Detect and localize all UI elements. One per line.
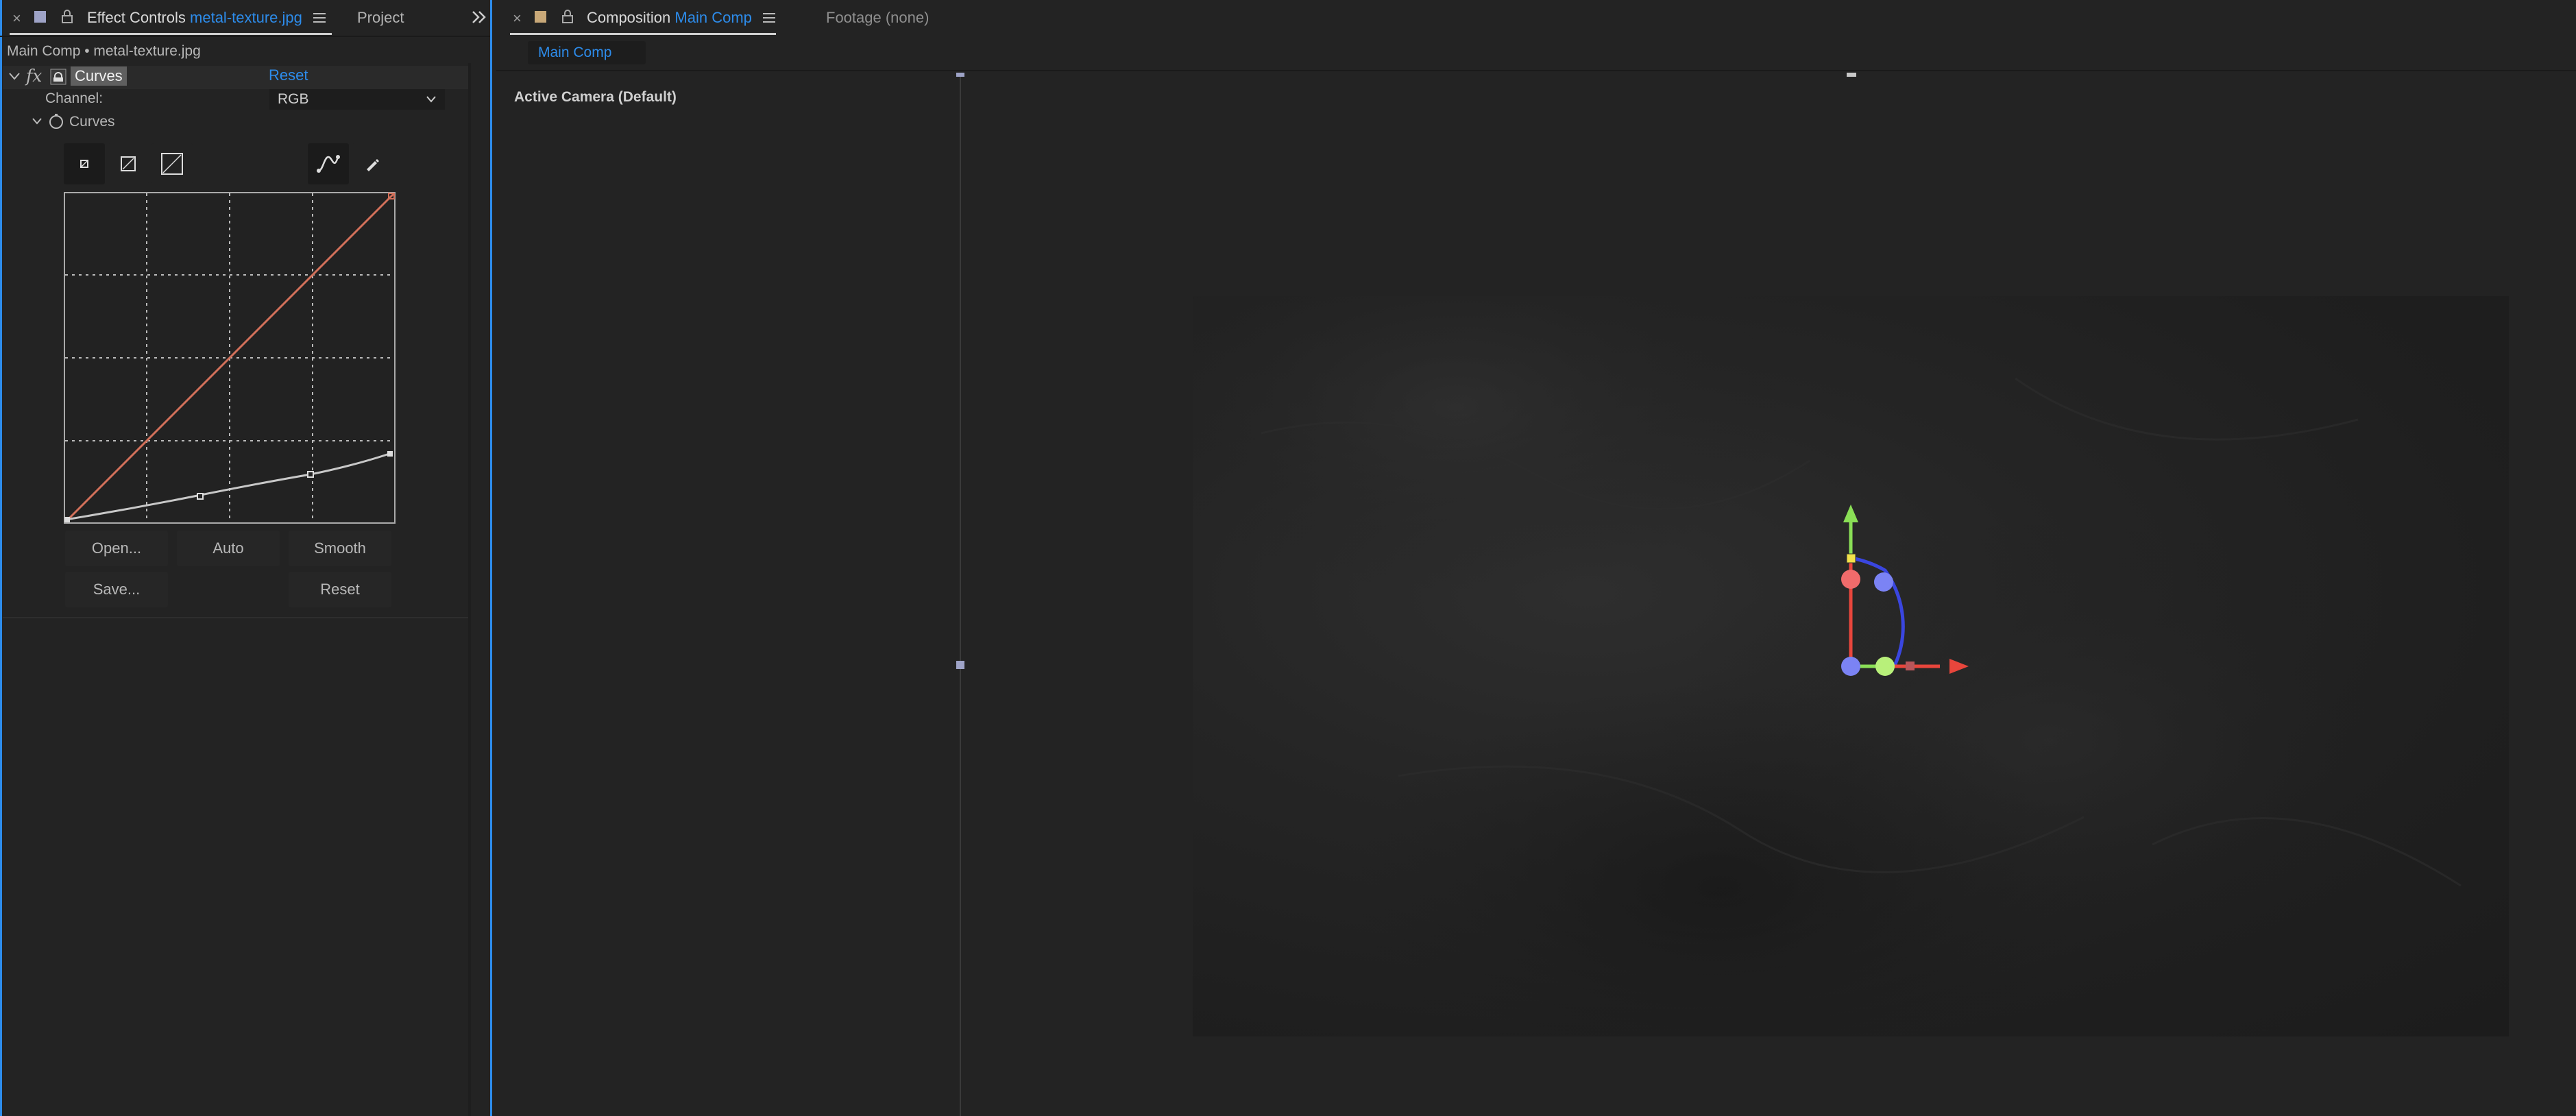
channel-value: RGB: [278, 91, 309, 107]
chevron-down-icon: [426, 96, 436, 103]
curves-graph[interactable]: [64, 192, 396, 524]
x-axis-arrow-icon[interactable]: [1949, 659, 1969, 674]
resize-small-icon: [80, 160, 88, 168]
effect-controls-panel: × Effect Controls metal-texture.jpg Proj…: [0, 0, 492, 1116]
curve-size-large-button[interactable]: [151, 143, 193, 184]
comp-navigator-chip[interactable]: Main Comp: [528, 41, 646, 64]
breadcrumb: Main Comp • metal-texture.jpg: [7, 43, 201, 59]
z-rotation-handle[interactable]: [1874, 572, 1893, 592]
save-button[interactable]: Save...: [65, 572, 168, 607]
y-axis-arrow-icon[interactable]: [1843, 505, 1858, 522]
tab-composition-name: Main Comp: [675, 9, 752, 26]
lock-icon[interactable]: [60, 9, 74, 24]
effect-reset-link[interactable]: Reset: [269, 66, 308, 84]
resize-medium-icon: [121, 156, 136, 171]
tab-composition-label: Composition: [587, 9, 671, 26]
curve-size-medium-button[interactable]: [108, 143, 149, 184]
curve-point[interactable]: [307, 471, 314, 478]
curve-point[interactable]: [197, 493, 204, 500]
panel-color-icon: [34, 11, 46, 23]
panel-menu-icon[interactable]: [763, 12, 775, 23]
y-scale-handle[interactable]: [1846, 553, 1856, 563]
effect-name[interactable]: Curves: [71, 66, 127, 86]
pencil-icon: [367, 159, 379, 171]
x-scale-handle[interactable]: [1906, 662, 1915, 670]
active-tab-underline: [10, 33, 332, 35]
ruler-marker-top[interactable]: [1847, 73, 1856, 77]
anchor-point-handle[interactable]: [1841, 657, 1860, 676]
channel-label: Channel:: [45, 90, 104, 106]
transform-gizmo[interactable]: [1810, 502, 2002, 707]
curve-endpoint[interactable]: [387, 451, 393, 457]
curves-property-label: Curves: [69, 114, 115, 130]
tab-footage[interactable]: Footage (none): [826, 9, 929, 27]
vertical-guide-line: [960, 73, 961, 1116]
comp-navigator-label: Main Comp: [538, 45, 612, 60]
y-rotation-handle[interactable]: [1875, 657, 1895, 676]
tab-composition[interactable]: Composition Main Comp: [587, 9, 752, 27]
effect-divider: [3, 617, 469, 618]
fx-icon[interactable]: fx: [26, 66, 42, 86]
stopwatch-icon[interactable]: [48, 113, 64, 130]
resize-large-icon: [161, 153, 183, 175]
bezier-tool-button[interactable]: [308, 143, 349, 184]
tab-effect-controls[interactable]: Effect Controls metal-texture.jpg: [87, 9, 302, 27]
pencil-tool-button[interactable]: [352, 143, 393, 184]
viewer-header-divider: [496, 70, 2576, 71]
active-tab-underline: [510, 33, 776, 35]
auto-button[interactable]: Auto: [177, 531, 280, 566]
panel-scrollbar-track[interactable]: [468, 63, 471, 1116]
bezier-curve-icon: [317, 155, 340, 173]
curve-startpoint[interactable]: [64, 517, 70, 522]
x-rotation-handle[interactable]: [1841, 570, 1860, 589]
close-icon[interactable]: ×: [513, 10, 522, 27]
curve-size-small-button[interactable]: [64, 143, 105, 184]
tab-project[interactable]: Project: [357, 9, 404, 27]
chevrons-right-icon[interactable]: [471, 10, 487, 25]
active-camera-label: Active Camera (Default): [514, 89, 677, 105]
open-button[interactable]: Open...: [65, 531, 168, 566]
guide-handle-top[interactable]: [956, 73, 964, 77]
lock-icon[interactable]: [561, 9, 574, 24]
panel-menu-icon[interactable]: [313, 12, 326, 23]
close-icon[interactable]: ×: [12, 10, 21, 27]
tab-effect-controls-file: metal-texture.jpg: [190, 9, 302, 26]
smooth-button[interactable]: Smooth: [289, 531, 391, 566]
reset-button[interactable]: Reset: [289, 572, 391, 607]
effect-preset-icon[interactable]: [50, 69, 66, 85]
composition-viewer-frame[interactable]: [1193, 296, 2509, 1036]
composition-color-icon: [535, 11, 546, 23]
tab-effect-controls-label: Effect Controls: [87, 9, 186, 26]
collapse-chevron-icon[interactable]: [8, 71, 21, 81]
guide-handle-mid[interactable]: [956, 661, 964, 669]
curves-collapse-icon[interactable]: [32, 117, 42, 125]
channel-dropdown[interactable]: RGB: [269, 89, 445, 110]
